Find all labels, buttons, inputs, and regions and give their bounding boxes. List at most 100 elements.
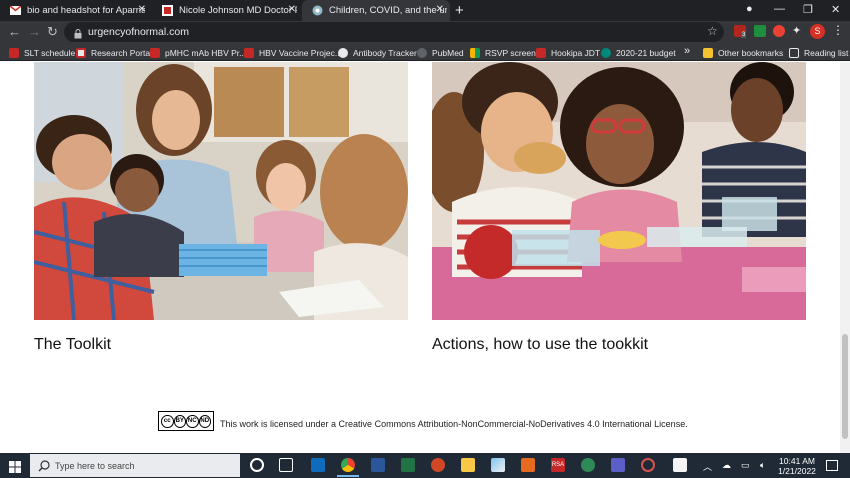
new-tab-button[interactable]: + bbox=[455, 2, 464, 19]
bookmark-label: SLT schedule bbox=[24, 47, 76, 58]
gmail-icon bbox=[10, 5, 21, 16]
network-icon[interactable]: ▭ bbox=[741, 460, 750, 471]
toolkit-image[interactable] bbox=[34, 62, 408, 320]
site-globe-icon bbox=[312, 5, 323, 16]
bookmark-hbv-vaccine[interactable]: HBV Vaccine Projec... bbox=[244, 46, 342, 59]
bookmark-label: pMHC mAb HBV Pr... bbox=[165, 47, 247, 58]
outlook-icon[interactable] bbox=[311, 458, 325, 472]
clock-date: 1/21/2022 bbox=[778, 466, 816, 476]
browser-toolbar: ← → ↻ urgencyofnormal.com ☆ 3 ✦ S ⋮ bbox=[0, 21, 850, 43]
bookmark-label: RSVP screen bbox=[485, 47, 536, 58]
tab-gmail[interactable]: bio and headshot for Aparna - sl ✕ bbox=[0, 0, 152, 21]
page-scrollbar[interactable] bbox=[840, 62, 850, 453]
actions-title[interactable]: Actions, how to use the tookkit bbox=[432, 336, 648, 354]
taskbar-search-box[interactable]: Type here to search bbox=[30, 454, 240, 477]
extension-pdf-icon[interactable] bbox=[773, 25, 785, 37]
shield-icon bbox=[150, 47, 160, 58]
budget-icon bbox=[601, 47, 611, 58]
clock-time: 10:41 AM bbox=[779, 456, 815, 466]
tab-title: bio and headshot for Aparna - sl bbox=[27, 5, 145, 16]
restore-icon[interactable]: ❐ bbox=[803, 3, 813, 16]
lock-icon bbox=[74, 26, 82, 44]
more-menu-icon[interactable]: ⋮ bbox=[832, 23, 844, 37]
bookmark-pmhc[interactable]: pMHC mAb HBV Pr... bbox=[150, 46, 246, 59]
notifications-icon[interactable] bbox=[826, 460, 838, 471]
close-window-icon[interactable]: ✕ bbox=[831, 3, 840, 16]
address-bar[interactable]: urgencyofnormal.com ☆ bbox=[64, 22, 724, 42]
tab-title: Children, COVID, and the urgenc bbox=[329, 5, 447, 16]
close-tab-icon[interactable]: ✕ bbox=[138, 4, 146, 15]
creative-commons-badge-icon[interactable]: cc BY NC ND bbox=[158, 411, 214, 431]
app-icon[interactable] bbox=[521, 458, 535, 472]
chrome-icon[interactable] bbox=[341, 458, 355, 472]
web-page-content: The Toolkit Actions, how to use the took… bbox=[0, 62, 840, 453]
cc-icon: cc bbox=[161, 414, 174, 428]
minimize-icon[interactable]: — bbox=[774, 3, 785, 15]
cortana-icon[interactable] bbox=[250, 458, 264, 472]
windows-taskbar: Type here to search RSA ︿ ☁ ▭ 🔈︎ 10:41 A… bbox=[0, 453, 850, 478]
close-tab-icon[interactable]: ✕ bbox=[288, 4, 296, 15]
back-arrow-icon[interactable]: ← bbox=[8, 24, 21, 39]
extensions-puzzle-icon[interactable]: ✦ bbox=[792, 24, 804, 37]
url-text: urgencyofnormal.com bbox=[88, 26, 189, 38]
nc-icon: NC bbox=[186, 414, 199, 428]
bookmark-research-portal[interactable]: Research Portal bbox=[76, 46, 152, 59]
powerpoint-icon[interactable] bbox=[431, 458, 445, 472]
license-text[interactable]: This work is licensed under a Creative C… bbox=[220, 419, 688, 429]
actions-image[interactable] bbox=[432, 62, 806, 320]
tab-children-covid[interactable]: Children, COVID, and the urgenc ✕ bbox=[302, 0, 450, 21]
media-app-icon[interactable] bbox=[641, 458, 655, 472]
bookmark-budget[interactable]: 2020-21 budget bbox=[601, 46, 676, 59]
bookmark-pubmed[interactable]: PubMed bbox=[417, 46, 464, 59]
windows-start-icon[interactable] bbox=[9, 460, 21, 478]
nd-icon: ND bbox=[198, 414, 211, 428]
maps-globe-icon[interactable] bbox=[581, 458, 595, 472]
globe-icon bbox=[417, 47, 427, 58]
bookmark-label: HBV Vaccine Projec... bbox=[259, 47, 342, 58]
reading-list-button[interactable]: Reading list bbox=[789, 46, 848, 59]
tray-chevron-up-icon[interactable]: ︿ bbox=[703, 460, 712, 473]
other-bookmarks-folder[interactable]: Other bookmarks bbox=[703, 46, 783, 59]
search-icon bbox=[38, 459, 50, 477]
extension-sheets-icon[interactable] bbox=[754, 25, 766, 37]
portal-icon bbox=[76, 47, 86, 58]
toolkit-title[interactable]: The Toolkit bbox=[34, 336, 111, 354]
bookmark-antibody-tracker[interactable]: Antibody Tracker bbox=[338, 46, 417, 59]
volume-icon[interactable]: 🔈︎ bbox=[760, 460, 765, 471]
scrollbar-thumb[interactable] bbox=[842, 334, 848, 439]
onedrive-cloud-icon[interactable]: ☁ bbox=[722, 460, 731, 471]
taskbar-clock[interactable]: 10:41 AM 1/21/2022 bbox=[775, 456, 819, 476]
shield-icon bbox=[9, 47, 19, 58]
bookmark-label: Hookipa JDT bbox=[551, 47, 601, 58]
photos-icon[interactable] bbox=[491, 458, 505, 472]
bookmarks-overflow-button[interactable]: » bbox=[684, 44, 690, 57]
profile-avatar[interactable]: S bbox=[810, 24, 825, 39]
rsvp-icon bbox=[470, 47, 480, 58]
file-explorer-icon[interactable] bbox=[461, 458, 475, 472]
by-icon: BY bbox=[173, 414, 186, 428]
teams-icon[interactable] bbox=[611, 458, 625, 472]
rsa-token-icon[interactable]: RSA bbox=[551, 458, 565, 472]
bookmark-label: Antibody Tracker bbox=[353, 47, 417, 58]
tab-search-icon[interactable]: ● bbox=[746, 3, 753, 15]
forward-arrow-icon[interactable]: → bbox=[28, 24, 41, 39]
bookmark-label: 2020-21 budget bbox=[616, 47, 676, 58]
excel-icon[interactable] bbox=[401, 458, 415, 472]
chrome-active-indicator bbox=[337, 475, 359, 477]
extension-badge: 3 bbox=[741, 32, 747, 38]
tab-doctor-profile[interactable]: Nicole Johnson MD Doctor Profi ✕ bbox=[152, 0, 302, 21]
license-notice: cc BY NC ND This work is licensed under … bbox=[158, 411, 688, 431]
bookmark-label: Other bookmarks bbox=[718, 47, 784, 58]
task-view-icon[interactable] bbox=[279, 458, 293, 472]
bookmark-slt-schedule[interactable]: SLT schedule bbox=[9, 46, 75, 59]
bookmark-hookipa-jdt[interactable]: Hookipa JDT bbox=[536, 46, 600, 59]
word-icon[interactable] bbox=[371, 458, 385, 472]
bookmark-star-icon[interactable]: ☆ bbox=[707, 24, 718, 38]
globe-icon bbox=[338, 47, 348, 58]
bookmark-label: Research Portal bbox=[91, 47, 152, 58]
document-icon[interactable] bbox=[673, 458, 687, 472]
reload-icon[interactable]: ↻ bbox=[47, 24, 58, 40]
close-tab-icon[interactable]: ✕ bbox=[436, 4, 444, 15]
bookmarks-bar: SLT schedule Research Portal pMHC mAb HB… bbox=[0, 43, 850, 61]
bookmark-rsvp-screen[interactable]: RSVP screen bbox=[470, 46, 536, 59]
